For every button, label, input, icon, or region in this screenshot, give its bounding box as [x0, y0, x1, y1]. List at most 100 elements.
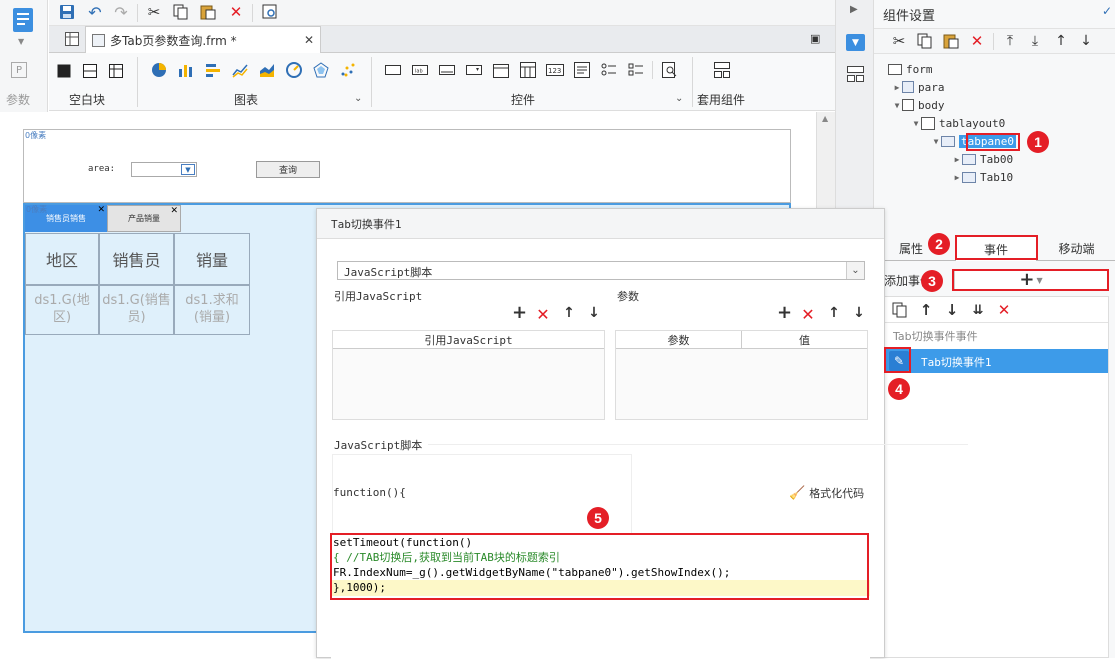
tree-node-body[interactable]: ▼ body [892, 96, 945, 114]
delete-icon[interactable]: ✕ [227, 3, 245, 21]
template-component-icon[interactable] [713, 61, 731, 79]
app-menu-icon[interactable] [11, 6, 35, 34]
preview-icon[interactable] [261, 3, 279, 21]
bar-chart-icon[interactable] [177, 61, 195, 79]
close-icon[interactable]: ✕ [304, 33, 314, 47]
highlight-code [330, 533, 869, 600]
collapse-arrow-icon[interactable]: ▶ [850, 4, 858, 15]
param-icon[interactable]: P [11, 62, 27, 78]
expand-icon[interactable]: ▶ [952, 173, 962, 182]
event-type-select[interactable]: JavaScript脚本 ⌄ [337, 261, 865, 280]
save-icon[interactable] [58, 3, 76, 21]
collapse-icon[interactable]: ▼ [931, 137, 941, 146]
datepicker-widget-icon[interactable] [492, 61, 510, 79]
event-type-value: JavaScript脚本 [344, 266, 433, 279]
move-down-icon[interactable]: ↓ [1077, 32, 1095, 50]
tab-mobile[interactable]: 移动端 [1038, 236, 1115, 261]
tree-node-tab00[interactable]: ▶ Tab00 [952, 150, 1014, 168]
callout-1: 1 [1027, 131, 1049, 153]
calendar-widget-icon[interactable] [519, 61, 537, 79]
tab-product-sales[interactable]: 产品销量 ✕ [107, 205, 181, 232]
copy-icon[interactable] [916, 32, 934, 50]
delete-ref-js-icon[interactable]: ✕ [535, 305, 551, 324]
param-table[interactable]: 参数 值 [615, 330, 868, 420]
close-icon[interactable]: ✕ [170, 206, 178, 216]
paste-icon[interactable] [942, 32, 960, 50]
collapse-icon[interactable]: ▼ [892, 101, 902, 110]
collapse-icon[interactable]: ▼ [911, 119, 921, 128]
radio-group-widget-icon[interactable] [600, 61, 618, 79]
cut-icon[interactable]: ✂ [890, 32, 908, 50]
tabpane-label: 0像素 [26, 205, 48, 214]
hbar-chart-icon[interactable] [204, 61, 222, 79]
panel-title: 组件设置 [883, 9, 936, 24]
area-combobox[interactable]: ▼ [131, 162, 197, 177]
delete-param-icon[interactable]: ✕ [800, 305, 816, 324]
paste-icon[interactable] [199, 3, 217, 21]
tree-node-form[interactable]: form [888, 60, 933, 78]
tree-node-para[interactable]: ▶ para [892, 78, 945, 96]
redo-icon[interactable]: ↷ [112, 3, 130, 22]
gauge-chart-icon[interactable] [285, 61, 303, 79]
close-icon[interactable]: ✕ [97, 205, 105, 215]
line-chart-icon[interactable] [231, 61, 249, 79]
cut-icon[interactable]: ✂ [145, 3, 163, 21]
dropdown-arrow-icon[interactable]: ▼ [181, 164, 195, 175]
tab-node-icon [962, 153, 976, 165]
chevron-down-icon[interactable]: ▼ [18, 37, 24, 46]
chevron-down-icon[interactable]: ⌄ [354, 93, 362, 104]
button-widget-icon[interactable] [438, 61, 456, 79]
area-chart-icon[interactable] [258, 61, 276, 79]
query-button[interactable]: 查询 [256, 161, 320, 178]
block-icon-1[interactable] [55, 62, 73, 80]
chevron-down-icon[interactable]: ⌄ [675, 93, 683, 104]
pin-icon[interactable]: ✓ [1102, 4, 1112, 18]
number-widget-icon[interactable]: 123 [546, 61, 564, 79]
add-param-button[interactable]: + [777, 304, 792, 322]
textbox-widget-icon[interactable]: lab [411, 61, 429, 79]
undo-icon[interactable]: ↶ [86, 3, 104, 22]
expand-icon[interactable]: ▶ [892, 83, 902, 92]
checkbox-group-widget-icon[interactable] [627, 61, 645, 79]
layout-icon[interactable] [847, 66, 864, 85]
delete-icon[interactable]: ✕ [968, 32, 986, 50]
sort-icon[interactable]: ⇊ [969, 301, 987, 319]
pie-chart-icon[interactable] [150, 61, 168, 79]
radar-chart-icon[interactable] [312, 61, 330, 79]
delete-icon[interactable]: ✕ [995, 301, 1013, 319]
ref-js-table[interactable]: 引用JavaScript [332, 330, 605, 420]
move-up-icon[interactable]: ↑ [826, 305, 842, 321]
move-up-icon[interactable]: ↑ [917, 301, 935, 319]
move-down-icon[interactable]: ↓ [586, 305, 602, 321]
move-up-icon[interactable]: ↑ [1052, 32, 1070, 50]
move-down-icon[interactable]: ↓ [851, 305, 867, 321]
file-tab[interactable]: 多Tab页参数查询.frm * ✕ [85, 26, 321, 53]
component-settings-icon[interactable]: ▼ [846, 34, 865, 51]
format-code-button[interactable]: 🧹 格式化代码 [789, 485, 864, 501]
scatter-chart-icon[interactable] [339, 61, 357, 79]
file-tab-title: 多Tab页参数查询.frm * [110, 33, 237, 48]
function-header: function(){ [333, 486, 406, 499]
move-top-icon[interactable]: ⤒ [1001, 32, 1019, 50]
copy-icon[interactable] [172, 3, 190, 21]
block-icon-3[interactable] [107, 62, 125, 80]
block-icon-2[interactable] [81, 62, 99, 80]
scroll-up-icon[interactable]: ▲ [822, 114, 828, 123]
textarea-widget-icon[interactable] [573, 61, 591, 79]
grid-icon[interactable] [63, 30, 81, 48]
combobox-widget-icon[interactable] [465, 61, 483, 79]
move-bottom-icon[interactable]: ⤓ [1026, 32, 1044, 50]
move-down-icon[interactable]: ↓ [943, 301, 961, 319]
event-toolbar-divider [885, 322, 1108, 323]
param-block[interactable]: 0像素 area: ▼ 查询 [23, 129, 791, 203]
event-item-row[interactable]: ✎ Tab切换事件1 [885, 349, 1108, 373]
tree-node-tablayout[interactable]: ▼ tablayout0 [911, 114, 1005, 132]
label-widget-icon[interactable] [384, 61, 402, 79]
expand-icon[interactable]: ▶ [952, 155, 962, 164]
copy-icon[interactable] [891, 301, 909, 319]
search-widget-icon[interactable] [661, 61, 679, 79]
tree-node-tab10[interactable]: ▶ Tab10 [952, 168, 1014, 186]
add-ref-js-button[interactable]: + [512, 304, 527, 322]
move-up-icon[interactable]: ↑ [561, 305, 577, 321]
tab-menu-icon[interactable]: ▣ [810, 32, 820, 45]
